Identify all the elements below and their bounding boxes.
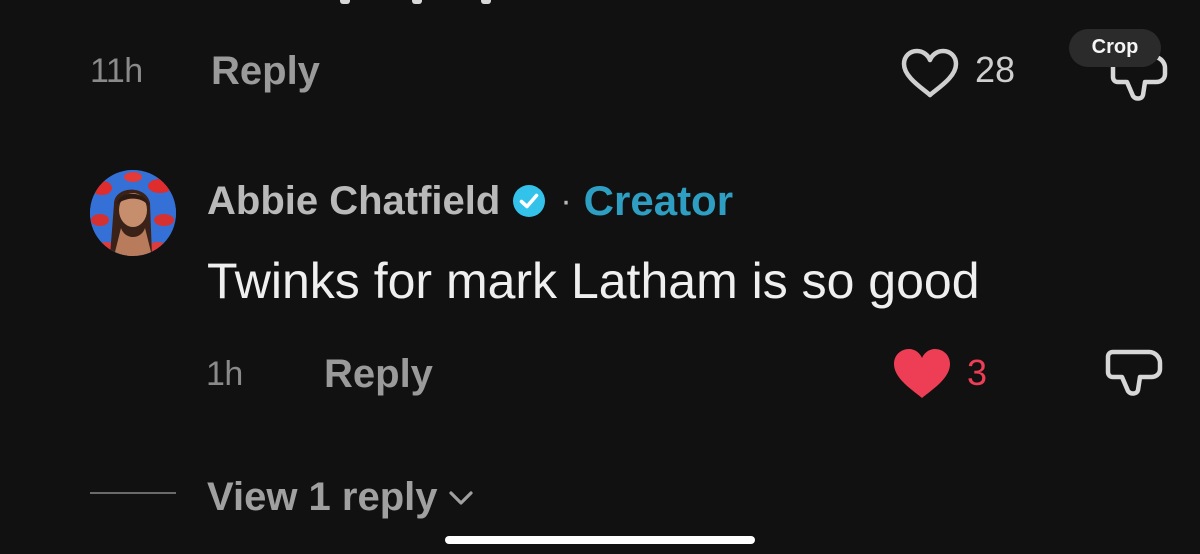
verified-badge-icon (513, 185, 546, 217)
comment-timestamp: 1h (206, 355, 243, 393)
profile-photo-image (90, 170, 176, 256)
chevron-down-icon (448, 490, 473, 505)
separator-dot: · (560, 181, 572, 220)
like-count: 3 (967, 352, 988, 393)
reply-button[interactable]: Reply (324, 354, 433, 394)
crop-button[interactable]: Crop (1069, 29, 1161, 67)
comments-screen: 11h Reply 28 Crop Abbie Chatfield · Crea… (0, 0, 1200, 554)
heart-filled-icon[interactable] (891, 347, 953, 401)
comment-timestamp: 11h (90, 52, 143, 90)
comment-text: Twinks for mark Latham is so good (207, 253, 980, 309)
view-replies-label: View 1 reply (207, 475, 438, 519)
thumbs-down-icon[interactable] (1105, 349, 1165, 397)
like-count: 28 (975, 49, 1016, 90)
replies-divider (90, 492, 176, 494)
home-indicator[interactable] (445, 536, 755, 544)
comment-header: Abbie Chatfield · Creator (207, 177, 733, 225)
avatar[interactable] (90, 170, 176, 256)
creator-label: Creator (583, 177, 734, 224)
reply-button[interactable]: Reply (211, 51, 320, 91)
view-replies-button[interactable]: View 1 reply (207, 475, 474, 520)
author-name[interactable]: Abbie Chatfield (207, 179, 500, 224)
heart-outline-icon[interactable] (899, 47, 961, 99)
previous-comment-text-remnant (330, 0, 500, 6)
